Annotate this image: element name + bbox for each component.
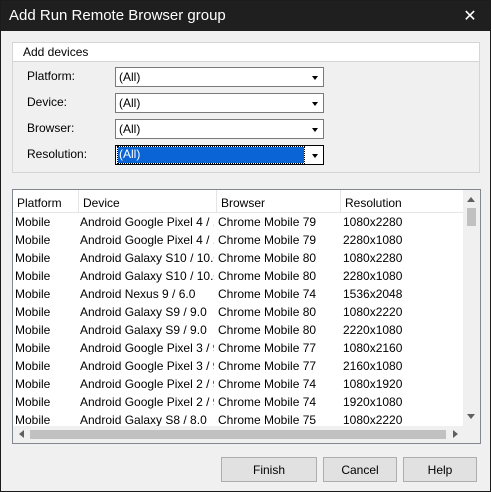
table-row[interactable]: Mobile Android Nexus 9 / 6.0 Chrome Mobile…	[13, 285, 465, 303]
table-cell-resolution: 1080x2220	[343, 305, 403, 319]
title-bar: Add Run Remote Browser group ✕	[1, 1, 490, 31]
table-row[interactable]: Mobile Android Google Pixel 4 / ... Chrome…	[13, 213, 465, 231]
table-cell-platform: Mobile	[15, 305, 51, 319]
table-cell-platform: Mobile	[15, 269, 51, 283]
table-cell-platform: Mobile	[15, 251, 51, 265]
table-cell-device: Android Google Pixel 2 / 9.0	[80, 377, 214, 391]
table-row[interactable]: Mobile Android Galaxy S9 / 9.0 Chrome Mobi…	[13, 303, 465, 321]
table-cell-device: Android Galaxy S9 / 9.0	[80, 323, 207, 337]
table-cell-resolution: 1080x2280	[343, 251, 403, 265]
chevron-down-icon	[312, 128, 318, 132]
scroll-left-icon[interactable]	[19, 430, 24, 438]
table-cell-device: Android Galaxy S10 / 10.0	[80, 251, 214, 265]
dialog-title: Add Run Remote Browser group	[9, 7, 226, 24]
table-row[interactable]: Mobile Android Galaxy S9 / 9.0 Chrome Mobi…	[13, 321, 465, 339]
table-cell-browser: Chrome Mobile 74	[218, 377, 317, 391]
table-cell-browser: Chrome Mobile 80	[218, 305, 317, 319]
chevron-down-icon	[312, 154, 318, 158]
table-cell-browser: Chrome Mobile 74	[218, 287, 317, 301]
browser-select-value: (All)	[119, 122, 141, 136]
table-row[interactable]: Mobile Android Galaxy S10 / 10.0 Chrome Mo…	[13, 267, 465, 285]
table-cell-platform: Mobile	[15, 233, 51, 247]
table-cell-platform: Mobile	[15, 395, 51, 409]
table-cell-resolution: 1920x1080	[343, 395, 403, 409]
column-header-platform[interactable]: Platform	[13, 190, 79, 213]
add-devices-group: Add devices Platform: (All) Device: (All…	[12, 42, 480, 173]
cancel-button[interactable]: Cancel	[323, 457, 397, 482]
close-button[interactable]: ✕	[450, 1, 490, 31]
table-cell-device: Android Google Pixel 3 / 9.0	[80, 341, 214, 355]
browser-select[interactable]: (All)	[115, 119, 324, 139]
vertical-scrollbar[interactable]	[463, 190, 480, 426]
table-cell-platform: Mobile	[15, 341, 51, 355]
vertical-scroll-thumb[interactable]	[467, 208, 476, 226]
table-cell-platform: Mobile	[15, 287, 51, 301]
device-select-value: (All)	[119, 96, 141, 110]
chevron-down-icon	[312, 102, 318, 106]
table-cell-browser: Chrome Mobile 80	[218, 251, 317, 265]
table-cell-resolution: 2280x1080	[343, 269, 403, 283]
table-cell-device: Android Nexus 9 / 6.0	[80, 287, 196, 301]
close-icon: ✕	[463, 8, 477, 25]
table-cell-device: Android Google Pixel 2 / 9.0	[80, 395, 214, 409]
browser-label: Browser:	[27, 121, 75, 135]
table-cell-browser: Chrome Mobile 74	[218, 395, 317, 409]
table-cell-resolution: 1536x2048	[343, 287, 403, 301]
table-row[interactable]: Mobile Android Galaxy S10 / 10.0 Chrome Mo…	[13, 249, 465, 267]
table-cell-device: Android Google Pixel 3 / 9.0	[80, 359, 214, 373]
table-cell-platform: Mobile	[15, 323, 51, 337]
table-cell-device: Android Galaxy S9 / 9.0	[80, 305, 207, 319]
platform-label: Platform:	[27, 69, 76, 83]
table-cell-resolution: 2220x1080	[343, 323, 403, 337]
device-label: Device:	[27, 95, 68, 109]
table-cell-browser: Chrome Mobile 77	[218, 341, 317, 355]
table-row[interactable]: Mobile Android Google Pixel 2 / 9.0 Chrome…	[13, 393, 465, 411]
resolution-select-value: (All)	[117, 146, 305, 164]
list-rows: Mobile Android Google Pixel 4 / ... Chrome…	[13, 213, 465, 429]
table-cell-platform: Mobile	[15, 215, 51, 229]
device-select[interactable]: (All)	[115, 93, 324, 113]
device-list[interactable]: Platform Device Browser Resolution Mobil…	[12, 189, 481, 444]
table-cell-device: Android Google Pixel 4 / ...	[80, 233, 214, 247]
table-cell-resolution: 1080x2280	[343, 215, 403, 229]
table-cell-resolution: 1080x1920	[343, 377, 403, 391]
chevron-down-icon	[312, 76, 318, 80]
horizontal-scrollbar[interactable]	[13, 426, 480, 443]
scroll-down-icon[interactable]	[467, 414, 475, 419]
resolution-label: Resolution:	[27, 147, 88, 161]
list-header: Platform Device Browser Resolution	[13, 190, 480, 213]
platform-select-value: (All)	[119, 70, 141, 84]
column-header-browser[interactable]: Browser	[217, 190, 341, 213]
table-cell-browser: Chrome Mobile 80	[218, 323, 317, 337]
table-row[interactable]: Mobile Android Google Pixel 2 / 9.0 Chrome…	[13, 375, 465, 393]
platform-select[interactable]: (All)	[115, 67, 324, 87]
column-header-resolution[interactable]: Resolution	[341, 190, 465, 213]
group-header: Add devices	[13, 43, 479, 62]
table-cell-browser: Chrome Mobile 79	[218, 233, 317, 247]
scroll-up-icon[interactable]	[467, 197, 475, 202]
table-row[interactable]: Mobile Android Google Pixel 4 / ... Chrome…	[13, 231, 465, 249]
table-cell-device: Android Galaxy S10 / 10.0	[80, 269, 214, 283]
finish-button[interactable]: Finish	[221, 457, 317, 482]
add-remote-browser-dialog: Add Run Remote Browser group ✕ Add devic…	[0, 0, 491, 492]
scroll-right-icon[interactable]	[453, 430, 458, 438]
table-row[interactable]: Mobile Android Google Pixel 3 / 9.0 Chrome…	[13, 339, 465, 357]
table-cell-browser: Chrome Mobile 80	[218, 269, 317, 283]
horizontal-scroll-thumb[interactable]	[30, 430, 446, 439]
table-cell-resolution: 2280x1080	[343, 233, 403, 247]
group-title: Add devices	[23, 45, 89, 59]
help-button[interactable]: Help	[403, 457, 477, 482]
table-cell-device: Android Google Pixel 4 / ...	[80, 215, 214, 229]
table-cell-platform: Mobile	[15, 359, 51, 373]
table-cell-browser: Chrome Mobile 77	[218, 359, 317, 373]
resolution-select[interactable]: (All)	[115, 145, 324, 165]
table-row[interactable]: Mobile Android Google Pixel 3 / 9.0 Chrome…	[13, 357, 465, 375]
table-cell-browser: Chrome Mobile 79	[218, 215, 317, 229]
table-cell-platform: Mobile	[15, 377, 51, 391]
table-cell-resolution: 1080x2160	[343, 341, 403, 355]
table-cell-resolution: 2160x1080	[343, 359, 403, 373]
column-header-device[interactable]: Device	[79, 190, 217, 213]
